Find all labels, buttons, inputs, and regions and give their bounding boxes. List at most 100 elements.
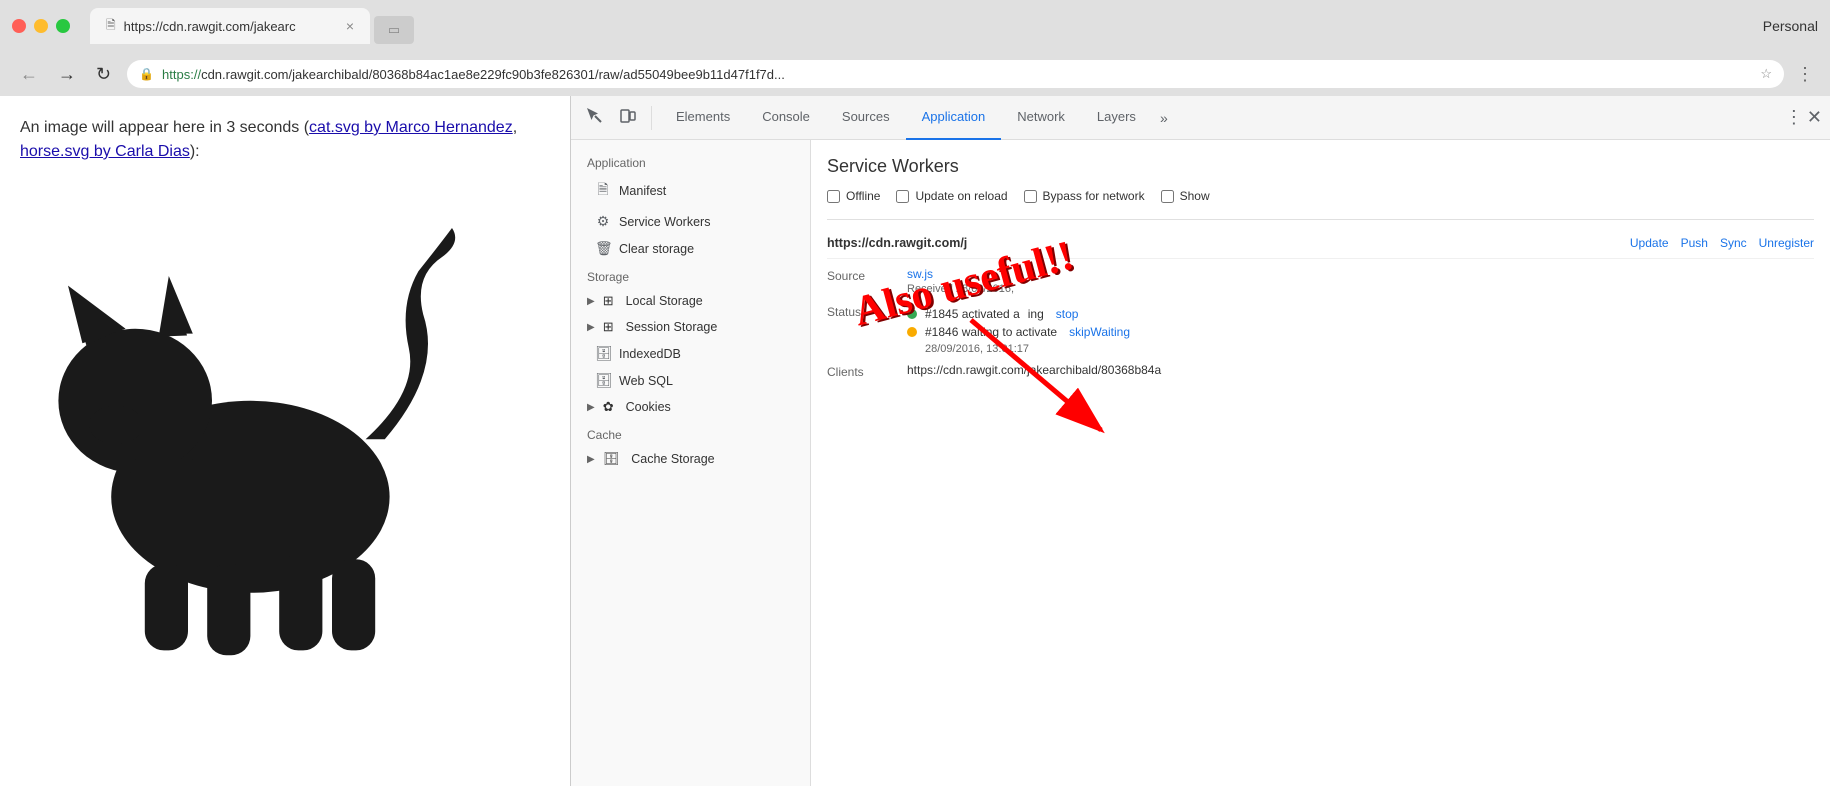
cat-svg xyxy=(20,180,500,660)
tab-elements[interactable]: Elements xyxy=(660,96,746,140)
clear-storage-item[interactable]: 🗑 Clear storage xyxy=(571,235,810,262)
manifest-icon: 🗎 xyxy=(595,179,611,203)
browser-menu-icon[interactable]: ⋮ xyxy=(1796,64,1814,85)
skip-waiting-link[interactable]: skipWaiting xyxy=(1069,325,1130,339)
clients-row: Clients https://cdn.rawgit.com/jakearchi… xyxy=(827,363,1814,379)
outro-text: ): xyxy=(190,143,200,160)
device-toolbar-button[interactable] xyxy=(613,102,643,133)
url-bar[interactable]: 🔒 https://cdn.rawgit.com/jakearchibald/8… xyxy=(127,60,1784,88)
tab-layers[interactable]: Layers xyxy=(1081,96,1152,140)
application-section-title: Application xyxy=(571,148,810,174)
update-on-reload-option[interactable]: Update on reload xyxy=(896,189,1007,203)
page-content: An image will appear here in 3 seconds (… xyxy=(0,96,570,786)
status-text-2: #1846 waiting to activate xyxy=(925,325,1057,339)
sw-options-row: Offline Update on reload Bypass for netw… xyxy=(827,189,1814,203)
devtools-menu-button[interactable]: ⋮ xyxy=(1785,107,1803,128)
bypass-network-checkbox[interactable] xyxy=(1024,190,1037,203)
bypass-network-label: Bypass for network xyxy=(1043,189,1145,203)
bypass-network-option[interactable]: Bypass for network xyxy=(1024,189,1145,203)
tab-application[interactable]: Application xyxy=(906,96,1002,140)
main-content: An image will appear here in 3 seconds (… xyxy=(0,96,1830,786)
reload-button[interactable]: ↻ xyxy=(92,60,115,89)
indexeddb-item[interactable]: 🗄 IndexedDB xyxy=(571,340,810,367)
profile-area: Personal xyxy=(1763,18,1818,34)
session-storage-expand-icon: ▶ xyxy=(587,322,595,333)
push-link[interactable]: Push xyxy=(1681,236,1708,250)
status-value: #1845 activated a ing stop #1846 waiting… xyxy=(907,303,1814,355)
local-storage-item[interactable]: ▶ ⊞ Local Storage xyxy=(571,288,810,314)
tab-close-button[interactable]: × xyxy=(346,18,354,34)
cookies-item[interactable]: ▶ ✿ Cookies xyxy=(571,394,810,420)
offline-checkbox[interactable] xyxy=(827,190,840,203)
close-button[interactable] xyxy=(12,19,26,33)
inspect-element-button[interactable] xyxy=(579,102,609,133)
back-button[interactable]: ← xyxy=(16,60,42,89)
title-bar: 🗎 https://cdn.rawgit.com/jakearc × ▭ Per… xyxy=(0,0,1830,52)
intro-text: An image will appear here in 3 seconds ( xyxy=(20,119,309,136)
left-panel: Application 🗎 Manifest ⚙ Service Workers… xyxy=(571,140,811,786)
url-text: https://cdn.rawgit.com/jakearchibald/803… xyxy=(162,67,785,82)
offline-option[interactable]: Offline xyxy=(827,189,880,203)
more-tabs-button[interactable]: » xyxy=(1152,110,1176,126)
maximize-button[interactable] xyxy=(56,19,70,33)
web-sql-label: Web SQL xyxy=(619,374,673,388)
devtools-body-wrapper: Application 🗎 Manifest ⚙ Service Workers… xyxy=(571,140,1830,786)
devtools-right-actions: ⋮ ✕ xyxy=(1785,107,1822,128)
status-text-1: #1845 activated a xyxy=(925,307,1020,321)
session-storage-grid-icon: ⊞ xyxy=(603,319,614,335)
tab-sources[interactable]: Sources xyxy=(826,96,906,140)
new-tab-button[interactable]: ▭ xyxy=(374,16,414,44)
show-label: Show xyxy=(1180,189,1210,203)
cache-storage-label: Cache Storage xyxy=(631,452,714,466)
update-on-reload-checkbox[interactable] xyxy=(896,190,909,203)
web-sql-item[interactable]: 🗄 Web SQL xyxy=(571,367,810,394)
devtools-tabs: Elements Console Sources Application Net… xyxy=(660,96,1176,140)
cache-storage-icon: 🗄 xyxy=(603,451,620,467)
offline-label: Offline xyxy=(846,189,880,203)
status-dot-yellow xyxy=(907,327,917,337)
cookies-label: Cookies xyxy=(626,400,671,414)
tab-console[interactable]: Console xyxy=(746,96,826,140)
minimize-button[interactable] xyxy=(34,19,48,33)
status-label: Status xyxy=(827,303,907,319)
cookies-icon: ✿ xyxy=(603,399,614,415)
right-panel: Service Workers Offline Update on reload xyxy=(811,140,1830,786)
cache-section-title: Cache xyxy=(571,420,810,446)
devtools-close-button[interactable]: ✕ xyxy=(1807,107,1822,128)
cache-storage-item[interactable]: ▶ 🗄 Cache Storage xyxy=(571,446,810,472)
toolbar-separator xyxy=(651,106,652,130)
traffic-lights xyxy=(12,19,70,33)
local-storage-expand-icon: ▶ xyxy=(587,296,595,307)
status-running-text: ing xyxy=(1028,307,1044,321)
sync-link[interactable]: Sync xyxy=(1720,236,1747,250)
show-checkbox[interactable] xyxy=(1161,190,1174,203)
stop-link[interactable]: stop xyxy=(1056,307,1079,321)
clients-label: Clients xyxy=(827,363,907,379)
session-storage-item[interactable]: ▶ ⊞ Session Storage xyxy=(571,314,810,340)
service-workers-item[interactable]: ⚙ Service Workers xyxy=(571,208,810,235)
status-entry-2: #1846 waiting to activate skipWaiting xyxy=(907,325,1814,339)
unregister-link[interactable]: Unregister xyxy=(1759,236,1814,250)
manifest-label: Manifest xyxy=(619,184,666,198)
service-workers-title: Service Workers xyxy=(827,156,1814,177)
tab-network[interactable]: Network xyxy=(1001,96,1081,140)
update-link[interactable]: Update xyxy=(1630,236,1669,250)
tab-page-icon: 🗎 xyxy=(106,16,116,37)
local-storage-label: Local Storage xyxy=(626,294,703,308)
forward-button[interactable]: → xyxy=(54,60,80,89)
status-dot-green xyxy=(907,309,917,319)
horse-link[interactable]: horse.svg by Carla Dias xyxy=(20,143,190,160)
service-workers-icon: ⚙ xyxy=(595,213,611,230)
update-on-reload-label: Update on reload xyxy=(915,189,1007,203)
sw-js-link[interactable]: sw.js xyxy=(907,267,933,281)
cache-storage-expand-icon: ▶ xyxy=(587,454,595,465)
clear-storage-icon: 🗑 xyxy=(595,240,611,257)
status-date: 28/09/2016, 13:01:17 xyxy=(925,343,1814,355)
cookies-expand-icon: ▶ xyxy=(587,402,595,413)
manifest-item[interactable]: 🗎 Manifest xyxy=(571,174,810,208)
cat-link[interactable]: cat.svg by Marco Hernandez xyxy=(309,119,513,136)
bookmark-icon[interactable]: ☆ xyxy=(1760,66,1772,82)
show-option[interactable]: Show xyxy=(1161,189,1210,203)
devtools-panel: Elements Console Sources Application Net… xyxy=(570,96,1830,786)
active-tab[interactable]: 🗎 https://cdn.rawgit.com/jakearc × xyxy=(90,8,370,44)
